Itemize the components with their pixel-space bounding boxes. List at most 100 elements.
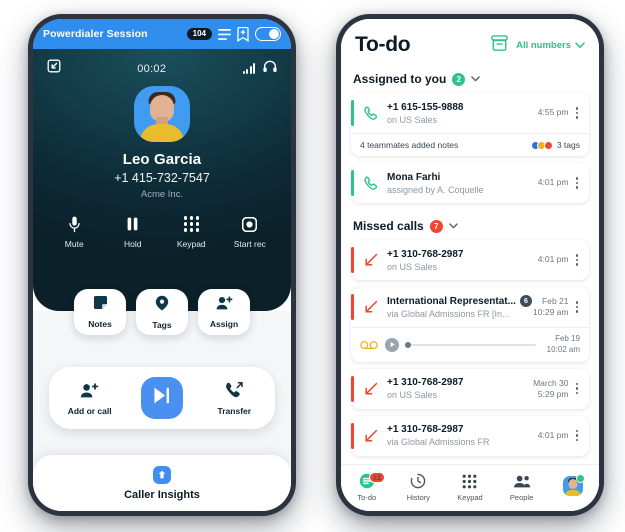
voicemail-player[interactable]: Feb 19 10:02 am [351, 327, 589, 362]
signal-bars-icon [242, 63, 255, 74]
keypad-button[interactable]: Keypad [167, 214, 215, 249]
tab-keypad[interactable]: Keypad [447, 473, 493, 502]
list-item-time: Feb 21 10:29 am [533, 296, 568, 318]
chevron-down-icon [471, 76, 481, 82]
mute-button[interactable]: Mute [50, 214, 98, 249]
keypad-label: Keypad [176, 239, 206, 249]
list-item[interactable]: +1 310-768-2987 via Global Admissions FR… [351, 415, 589, 456]
history-icon [395, 473, 441, 490]
play-next-button[interactable] [140, 377, 183, 419]
keypad-icon [167, 214, 215, 234]
section-label: Missed calls [353, 219, 424, 233]
more-options-icon[interactable] [573, 252, 582, 268]
phone-outgoing-icon [361, 176, 381, 191]
chevron-down-icon [448, 223, 458, 229]
transfer-label: Transfer [217, 405, 252, 416]
number-filter-dropdown[interactable]: All numbers [516, 40, 585, 51]
todo-list[interactable]: Assigned to you 2 +1 615-155-9888 on US … [341, 63, 599, 464]
add-or-call-button[interactable]: Add or call [60, 381, 120, 416]
tab-history[interactable]: History [395, 473, 441, 502]
quick-action-cards: Notes Tags Assign [33, 289, 291, 335]
list-item[interactable]: +1 615-155-9888 on US Sales 4:55 pm 4 te… [351, 93, 589, 156]
voicemail-clock: 10:02 am [546, 344, 580, 354]
transfer-button[interactable]: Transfer [204, 381, 264, 416]
list-item-subtitle: via Global Admissions FR [387, 437, 490, 448]
list-item-notes: 4 teammates added notes 3 tags [351, 133, 589, 156]
people-icon [499, 473, 545, 490]
call-actions: Mute Hold Keypad Start rec [33, 200, 291, 249]
notes-card[interactable]: Notes [74, 289, 126, 335]
list-item[interactable]: +1 310-768-2987 on US Sales 4:01 pm [351, 240, 589, 280]
more-options-icon[interactable] [573, 299, 582, 315]
avatar-body [140, 124, 184, 142]
more-options-icon[interactable] [573, 105, 582, 121]
headset-icon[interactable] [263, 60, 277, 78]
more-options-icon[interactable] [573, 381, 582, 397]
powerdialer-topbar: Powerdialer Session 104 [33, 19, 291, 49]
list-item-clock: 5:29 pm [537, 388, 569, 399]
missed-call-icon [361, 253, 381, 267]
bookmark-add-icon[interactable] [237, 26, 249, 42]
list-icon[interactable] [218, 28, 231, 40]
missed-call-icon [361, 429, 381, 443]
powerdialer-status-row: 00:02 [33, 49, 291, 78]
number-filter-label: All numbers [516, 39, 571, 51]
powerdialer-count-badge: 104 [186, 28, 212, 40]
list-item-title: +1 310-768-2987 [387, 377, 464, 389]
mute-label: Mute [64, 239, 84, 249]
add-or-call-label: Add or call [67, 405, 112, 416]
powerdialer-toggle[interactable] [255, 27, 281, 41]
list-item-subtitle: on US Sales [387, 261, 438, 272]
person-add-icon [216, 295, 233, 315]
notes-text: 4 teammates added notes [360, 140, 459, 150]
voicemail-progress-knob[interactable] [405, 341, 411, 348]
archive-icon[interactable] [491, 34, 508, 56]
tags-card[interactable]: Tags [136, 289, 188, 335]
section-header-assigned[interactable]: Assigned to you 2 [351, 63, 589, 93]
powerdialer-title: Powerdialer Session [43, 28, 148, 40]
list-item-date: Feb 21 [542, 295, 569, 306]
hold-label: Hold [124, 239, 142, 249]
caller-name: Leo Garcia [122, 151, 202, 168]
caller-insights-panel[interactable]: Caller Insights [33, 455, 291, 511]
tab-todo[interactable]: 12 To-do [344, 471, 390, 502]
tab-todo-label: To-do [357, 492, 377, 502]
voicemail-date: Feb 19 [555, 334, 580, 343]
tags-label: Tags [152, 319, 172, 330]
chevron-down-icon [575, 41, 585, 48]
tags-summary: 3 tags [530, 140, 580, 150]
tab-profile[interactable] [550, 473, 596, 497]
more-options-icon[interactable] [573, 428, 582, 444]
profile-avatar [563, 473, 586, 496]
caller-phone: +1 415-732-7547 [114, 171, 210, 185]
section-header-missed[interactable]: Missed calls 7 [351, 210, 589, 240]
more-options-icon[interactable] [573, 175, 582, 191]
play-icon[interactable] [385, 337, 399, 352]
list-item-subtitle: via Global Admissions FR [In... [387, 309, 510, 319]
status-stripe [351, 170, 354, 196]
missed-call-icon [361, 300, 381, 314]
play-next-icon [151, 385, 172, 411]
list-item-title: +1 310-768-2987 [387, 424, 464, 436]
minimize-icon[interactable] [47, 59, 61, 78]
list-item[interactable]: International Representat... 6 via Globa… [351, 287, 589, 362]
tab-history-label: History [406, 492, 431, 502]
list-item-subtitle: on US Sales [387, 114, 438, 125]
voicemail-progress-slider[interactable] [405, 341, 536, 348]
tab-people[interactable]: People [499, 473, 545, 502]
assign-card[interactable]: Assign [198, 289, 250, 335]
list-item-date: March 30 [533, 377, 569, 388]
caller-avatar [134, 86, 190, 142]
todo-phone-frame: To-do All numbers Assigned to you 2 +1 6… [336, 14, 604, 516]
list-item-clock: 10:29 am [533, 307, 569, 317]
status-stripe [351, 100, 354, 126]
phone-outgoing-icon [361, 106, 381, 121]
start-rec-button[interactable]: Start rec [226, 214, 274, 249]
voicemail-timestamp: Feb 19 10:02 am [547, 334, 580, 356]
list-item[interactable]: +1 310-768-2987 on US Sales March 30 5:2… [351, 368, 589, 409]
bottom-navigation: 12 To-do History Keypad People [341, 464, 599, 511]
hold-button[interactable]: Hold [109, 214, 157, 249]
notes-label: Notes [88, 319, 112, 329]
list-item[interactable]: Mona Farhi assigned by A. Coquelle 4:01 … [351, 163, 589, 203]
section-badge: 2 [452, 72, 466, 86]
